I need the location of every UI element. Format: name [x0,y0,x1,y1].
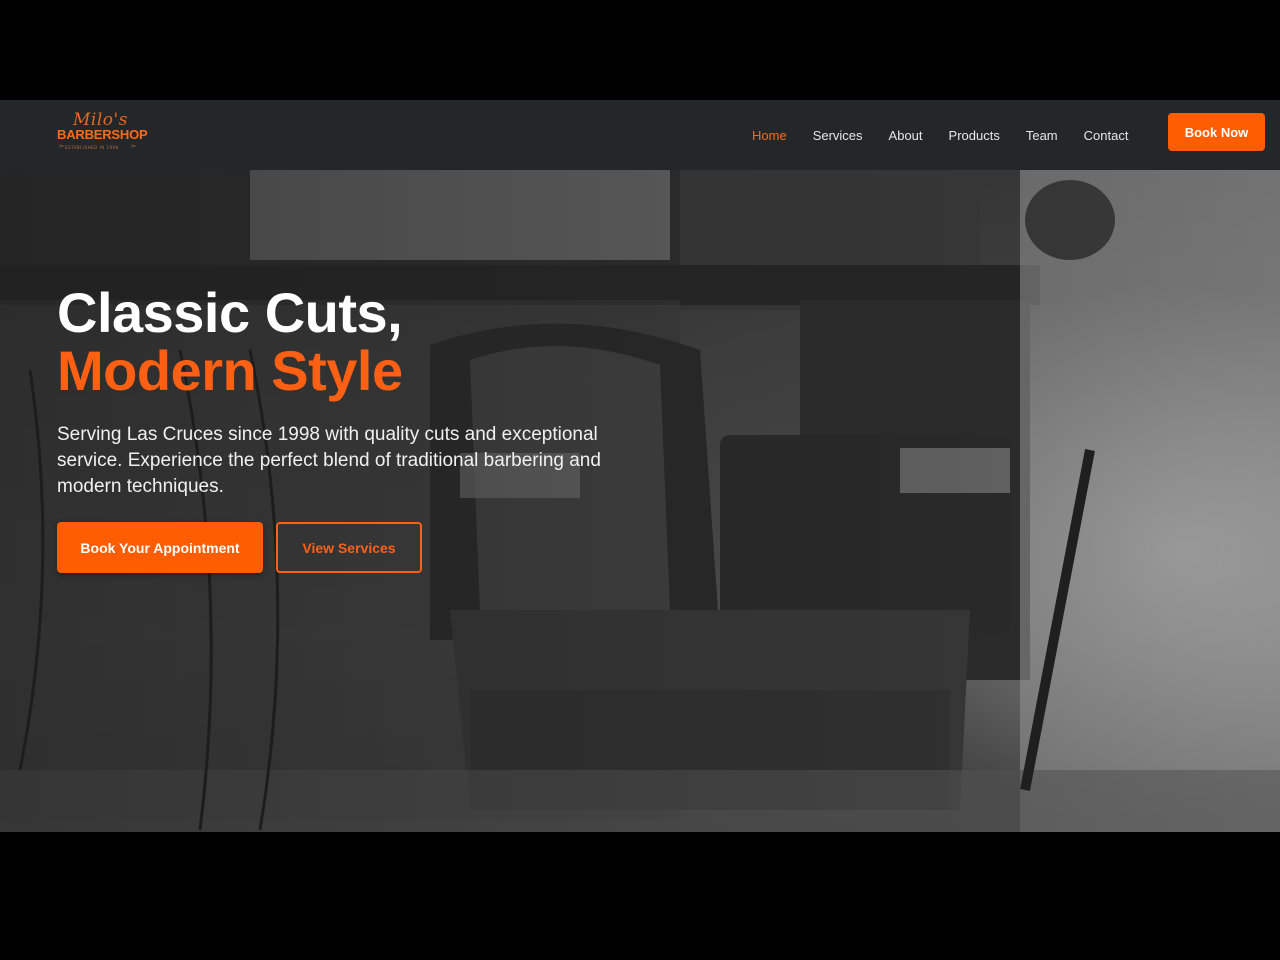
hero-section [0,170,1280,832]
hero-heading-line1: Classic Cuts, [57,281,403,344]
main-nav: Home Services About Products Team Contac… [752,100,1154,170]
hero-overlay [0,170,1280,832]
hero-subtitle: Serving Las Cruces since 1998 with quali… [57,424,601,497]
book-appointment-button[interactable]: Book Your Appointment [57,522,263,573]
letterbox-top [0,0,1280,100]
book-now-button[interactable]: Book Now [1168,113,1265,151]
hero-content: Classic Cuts, Modern Style Serving Las C… [57,284,677,500]
nav-item-contact[interactable]: Contact [1084,128,1129,143]
scissors-icon: ✂ [59,144,65,150]
nav-item-about[interactable]: About [889,128,923,143]
navbar: Milo's BARBERSHOP ✂ ESTABLISHED IN 1998 … [0,100,1280,170]
view-services-button[interactable]: View Services [276,522,422,573]
logo-tagline: ESTABLISHED IN 1998 [65,145,119,150]
nav-item-products[interactable]: Products [949,128,1000,143]
logo[interactable]: Milo's BARBERSHOP ✂ ESTABLISHED IN 1998 … [57,110,157,160]
nav-item-services[interactable]: Services [813,128,863,143]
scissors-icon: ✂ [131,144,137,150]
nav-item-team[interactable]: Team [1026,128,1058,143]
website: Milo's BARBERSHOP ✂ ESTABLISHED IN 1998 … [0,100,1280,832]
hero-heading: Classic Cuts, Modern Style [57,284,677,400]
hero-heading-line2: Modern Style [57,339,403,402]
letterbox-bottom [0,832,1280,960]
nav-item-home[interactable]: Home [752,128,787,143]
logo-wordmark: BARBERSHOP [57,127,148,142]
